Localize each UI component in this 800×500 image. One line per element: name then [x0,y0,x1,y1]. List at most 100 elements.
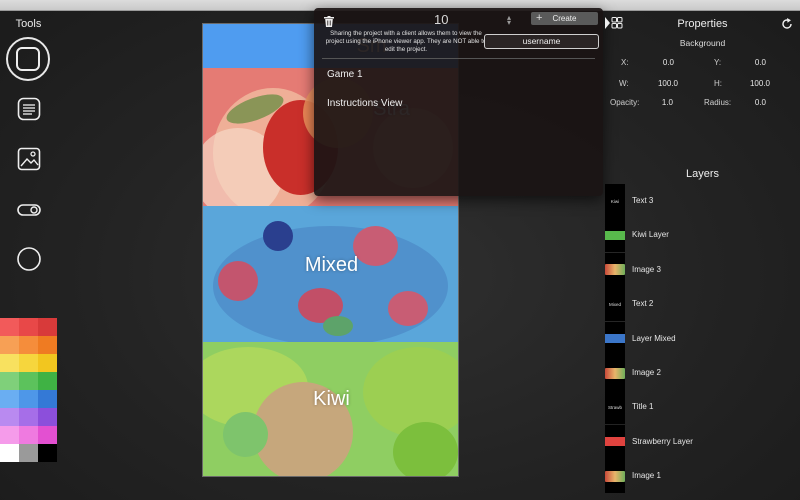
image-tool-icon [17,147,41,171]
layer-image-thumbnail [605,264,625,276]
color-swatch[interactable] [0,372,19,390]
tools-title: Tools [15,18,42,30]
color-swatch[interactable] [19,318,38,336]
image-tool-button[interactable] [8,138,50,180]
color-swatch[interactable] [0,444,19,462]
canvas-mixed-text: Mixed [304,254,359,276]
color-palette [0,318,57,462]
layer-row[interactable]: Layer Mixed [605,321,800,356]
layer-color-swatch [605,230,625,240]
layer-color-swatch [605,334,625,344]
canvas-kiwi-text: Kiwi [313,388,350,410]
layer-thumbnail-text: Kiwi [610,198,620,204]
color-swatch[interactable] [0,408,19,426]
rectangle-tool-icon [16,47,40,71]
layer-thumbnail [605,459,625,494]
project-item-game-1[interactable]: Game 1 [327,69,363,80]
layer-thumbnail: Strawb [605,390,625,425]
color-swatch[interactable] [19,354,38,372]
layer-name: Text 2 [632,299,654,309]
toggle-tool-icon [17,204,41,216]
text-tool-button[interactable] [8,88,50,130]
properties-title: Properties [677,18,728,30]
color-swatch[interactable] [38,444,57,462]
layer-row[interactable]: Kiwi Layer [605,218,800,253]
color-swatch[interactable] [19,408,38,426]
rectangle-tool-button[interactable] [6,37,50,81]
layer-thumbnail-text: Mixed [608,301,621,307]
create-button-label: Create [552,14,577,23]
radius-value[interactable]: 0.0 [726,98,766,107]
plus-icon: + [536,12,543,24]
circle-tool-icon [17,247,41,271]
layer-thumbnail [605,218,625,253]
layer-thumbnail-text: Strawb [607,404,622,410]
color-swatch[interactable] [38,336,57,354]
color-swatch[interactable] [19,444,38,462]
layer-name: Text 3 [632,196,654,205]
color-swatch[interactable] [0,354,19,372]
layer-name: Image 3 [632,264,661,274]
layer-row[interactable]: Mixed Text 2 [605,287,800,322]
color-swatch[interactable] [0,390,19,408]
color-swatch[interactable] [38,426,57,444]
text-tool-icon [17,97,41,121]
layer-name: Strawberry Layer [632,436,693,446]
canvas-mixed-layer[interactable]: Mixed [203,206,458,342]
layer-name: Kiwi Layer [632,230,669,240]
color-swatch[interactable] [38,408,57,426]
x-value[interactable]: 0.0 [634,58,674,67]
x-label: X: [621,58,629,67]
create-button[interactable]: + Create [531,12,598,25]
layer-thumbnail [605,252,625,287]
w-label: W: [619,79,629,88]
toggle-tool-button[interactable] [8,189,50,231]
project-item-instructions-view[interactable]: Instructions View [327,98,402,109]
layer-row[interactable]: Kiwi Text 3 [605,184,800,218]
properties-panel: Properties Background X: 0.0 Y: 0.0 W: 1… [600,11,800,500]
color-swatch[interactable] [38,372,57,390]
layer-row[interactable]: Image 1 [605,459,800,494]
layer-thumbnail: Kiwi [605,184,625,218]
color-swatch[interactable] [38,390,57,408]
trash-icon [324,16,334,27]
y-label: Y: [714,58,722,67]
layer-thumbnail [605,424,625,459]
canvas-kiwi-layer[interactable]: Kiwi [203,342,458,476]
popover-divider [322,58,595,59]
layer-thumbnail [605,356,625,390]
layer-name: Title 1 [632,402,654,412]
w-value[interactable]: 100.0 [638,79,678,88]
color-swatch[interactable] [0,318,19,336]
h-label: H: [714,79,722,88]
y-value[interactable]: 0.0 [726,58,766,67]
layer-row[interactable]: Image 3 [605,252,800,287]
layer-image-thumbnail [605,367,625,379]
color-swatch[interactable] [19,426,38,444]
color-swatch[interactable] [19,336,38,354]
color-swatch[interactable] [19,390,38,408]
opacity-value[interactable]: 1.0 [633,98,673,107]
color-swatch[interactable] [38,354,57,372]
color-swatch[interactable] [38,318,57,336]
layer-row[interactable]: Strawb Title 1 [605,390,800,425]
background-section-label: Background [679,38,726,48]
layer-row[interactable]: Strawberry Layer [605,424,800,459]
number-stepper-value[interactable]: 10 [434,12,448,27]
h-value[interactable]: 100.0 [730,79,770,88]
share-description: Sharing the project with a client allows… [325,30,487,54]
layer-name: Layer Mixed [632,333,676,343]
layer-row[interactable]: Image 2 [605,356,800,390]
stepper-arrows-icon[interactable]: ▴ ▾ [507,14,511,27]
color-swatch[interactable] [19,372,38,390]
tools-panel: Tools [0,11,57,500]
circle-tool-button[interactable] [8,238,50,280]
color-swatch[interactable] [0,336,19,354]
color-swatch[interactable] [0,426,19,444]
share-popover: 10 ▴ ▾ + Create Sharing the project with … [314,8,603,196]
username-field[interactable]: username [484,34,599,49]
layer-image-thumbnail [605,470,625,482]
layer-thumbnail [605,321,625,356]
refresh-button[interactable] [781,17,793,35]
layer-color-swatch [605,437,625,447]
